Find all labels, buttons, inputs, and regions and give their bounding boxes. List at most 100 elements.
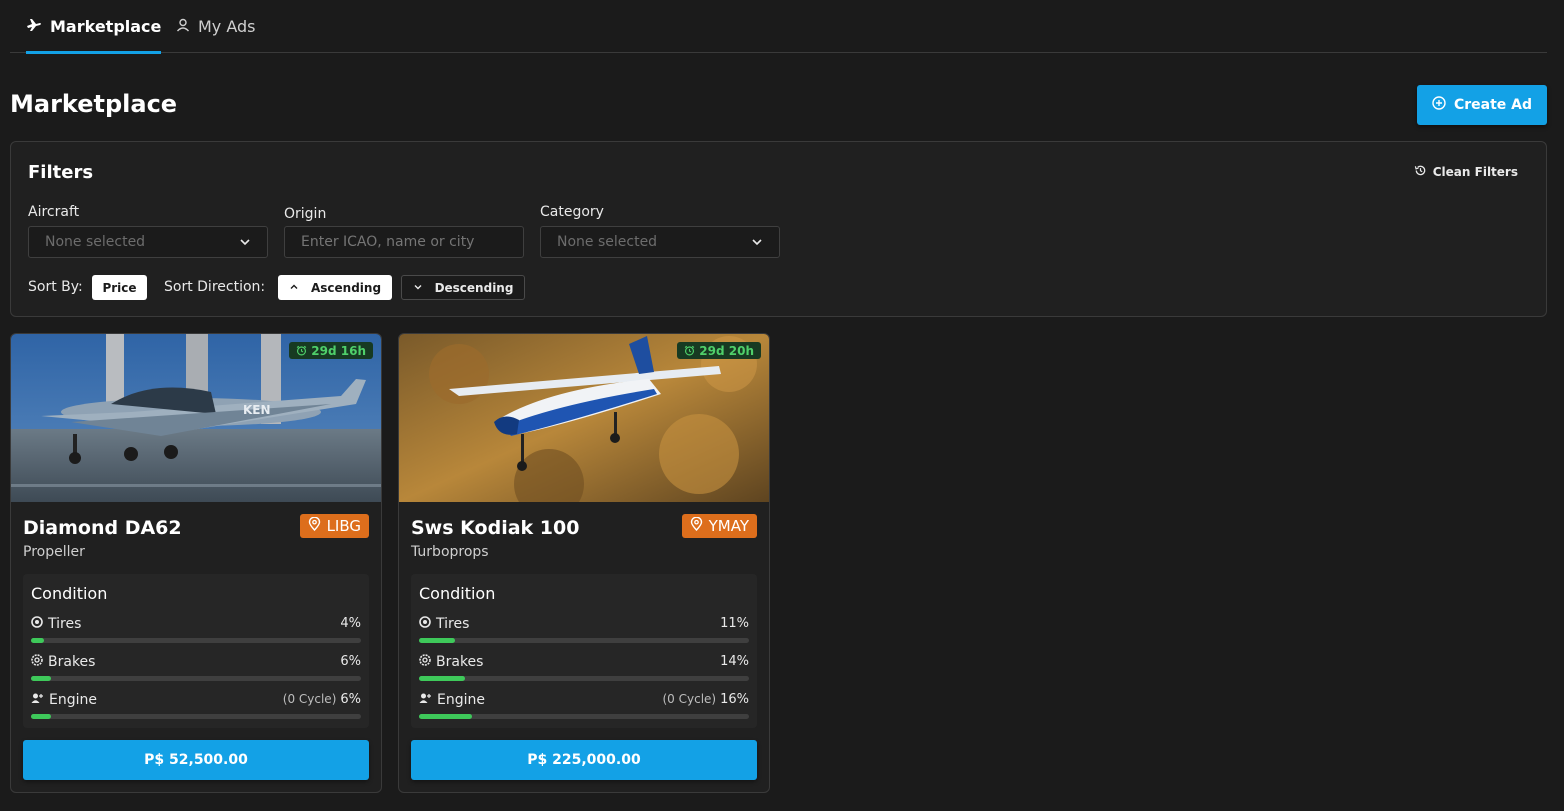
sort-direction-label: Sort Direction: xyxy=(164,279,266,295)
create-ad-button[interactable]: Create Ad xyxy=(1417,85,1547,125)
alarm-icon xyxy=(684,345,695,356)
aircraft-label: Aircraft xyxy=(28,204,80,220)
engine-icon xyxy=(419,692,432,708)
engine-label: Engine xyxy=(49,692,97,708)
tires-progress-bar xyxy=(31,638,361,643)
tires-label: Tires xyxy=(436,616,470,632)
tire-icon xyxy=(31,616,43,632)
aircraft-photo: 29d 20h xyxy=(399,334,769,502)
origin-label: Origin xyxy=(284,206,327,222)
condition-engine: Engine (0 Cycle) 6% xyxy=(31,692,361,722)
time-left-label: 29d 16h xyxy=(311,343,366,358)
brake-disc-icon xyxy=(31,654,43,670)
location-label: LIBG xyxy=(326,517,361,535)
filters-panel: Filters Clean Filters Aircraft None sele… xyxy=(10,141,1547,317)
condition-tires: Tires 11% xyxy=(419,616,749,646)
plane-icon xyxy=(26,17,42,37)
listing-card[interactable]: 29d 20h Sws Kodiak 100 Turboprops YMAY C… xyxy=(398,333,770,793)
alarm-icon xyxy=(296,345,307,356)
engine-progress-fill xyxy=(31,714,51,719)
tab-my-ads-label: My Ads xyxy=(198,17,256,36)
user-icon xyxy=(176,17,190,36)
time-left-badge: 29d 20h xyxy=(677,342,761,359)
svg-text:KEN: KEN xyxy=(243,403,271,417)
engine-percent: 6% xyxy=(340,692,361,707)
location-badge: YMAY xyxy=(681,514,757,538)
filters-title: Filters xyxy=(28,162,94,183)
clean-filters-label: Clean Filters xyxy=(1432,165,1518,179)
category-select-value: None selected xyxy=(557,234,658,250)
engine-icon xyxy=(31,692,44,708)
engine-cycle: (0 Cycle) xyxy=(662,692,717,706)
tires-progress-fill xyxy=(31,638,45,643)
aircraft-photo: KEN 29d 16h xyxy=(11,334,381,502)
listing-card[interactable]: KEN 29d 16h Diamond DA62 Propeller LIBG … xyxy=(10,333,382,793)
chevron-up-icon xyxy=(289,281,299,295)
brakes-progress-fill xyxy=(31,676,51,681)
category-label: Category xyxy=(540,204,604,220)
condition-title: Condition xyxy=(31,584,108,603)
brake-disc-icon xyxy=(419,654,431,670)
location-badge: LIBG xyxy=(299,514,369,538)
brakes-progress-bar xyxy=(31,676,361,681)
engine-progress-bar xyxy=(419,714,749,719)
condition-tires: Tires 4% xyxy=(31,616,361,646)
price-button[interactable]: P$ 52,500.00 xyxy=(23,740,369,780)
chevron-down-icon xyxy=(239,236,251,252)
plus-circle-icon xyxy=(1432,96,1446,114)
condition-panel: Condition Tires 11% Brakes 14% Engine (0… xyxy=(411,574,757,728)
location-label: YMAY xyxy=(708,517,749,535)
aircraft-category: Propeller xyxy=(23,544,85,560)
tires-percent: 11% xyxy=(720,616,749,631)
top-tabs: Marketplace My Ads xyxy=(10,0,1547,54)
chevron-down-icon xyxy=(751,236,763,252)
tires-progress-bar xyxy=(419,638,749,643)
ascending-label: Ascending xyxy=(310,280,382,295)
condition-brakes: Brakes 14% xyxy=(419,654,749,684)
chevron-down-icon xyxy=(413,281,423,295)
descending-label: Descending xyxy=(434,280,514,295)
brakes-label: Brakes xyxy=(436,654,484,670)
descending-button[interactable]: Descending xyxy=(401,275,525,300)
condition-title: Condition xyxy=(419,584,496,603)
origin-input[interactable] xyxy=(284,226,524,258)
category-select[interactable]: None selected xyxy=(540,226,780,258)
aircraft-select[interactable]: None selected xyxy=(28,226,268,258)
tab-marketplace-label: Marketplace xyxy=(50,17,162,36)
tab-my-ads[interactable]: My Ads xyxy=(176,0,256,53)
condition-brakes: Brakes 6% xyxy=(31,654,361,684)
condition-engine: Engine (0 Cycle) 16% xyxy=(419,692,749,722)
brakes-progress-bar xyxy=(419,676,749,681)
sort-by-label: Sort By: xyxy=(28,279,83,295)
tires-progress-fill xyxy=(419,638,456,643)
sort-row: Sort By: Price Sort Direction: Ascending… xyxy=(28,275,628,301)
engine-progress-bar xyxy=(31,714,361,719)
clean-filters-button[interactable]: Clean Filters xyxy=(1414,164,1518,180)
brakes-percent: 6% xyxy=(340,654,361,669)
aircraft-name: Sws Kodiak 100 xyxy=(411,517,580,539)
sort-by-value: Price xyxy=(102,280,137,295)
brakes-label: Brakes xyxy=(48,654,96,670)
brakes-progress-fill xyxy=(419,676,466,681)
tab-marketplace[interactable]: Marketplace xyxy=(26,0,162,54)
engine-label: Engine xyxy=(437,692,485,708)
aircraft-category: Turboprops xyxy=(411,544,489,560)
history-icon xyxy=(1414,164,1427,180)
map-pin-icon xyxy=(308,516,321,535)
create-ad-label: Create Ad xyxy=(1453,97,1533,113)
price-button[interactable]: P$ 225,000.00 xyxy=(411,740,757,780)
tires-label: Tires xyxy=(48,616,82,632)
tire-icon xyxy=(419,616,431,632)
engine-progress-fill xyxy=(419,714,472,719)
aircraft-select-value: None selected xyxy=(45,234,146,250)
page-title: Marketplace xyxy=(10,90,178,118)
brakes-percent: 14% xyxy=(720,654,749,669)
tires-percent: 4% xyxy=(340,616,361,631)
ascending-button[interactable]: Ascending xyxy=(278,275,392,300)
engine-percent: 16% xyxy=(720,692,749,707)
time-left-label: 29d 20h xyxy=(699,343,754,358)
aircraft-name: Diamond DA62 xyxy=(23,517,182,539)
time-left-badge: 29d 16h xyxy=(289,342,373,359)
sort-by-price-button[interactable]: Price xyxy=(92,275,147,300)
engine-cycle: (0 Cycle) xyxy=(282,692,337,706)
